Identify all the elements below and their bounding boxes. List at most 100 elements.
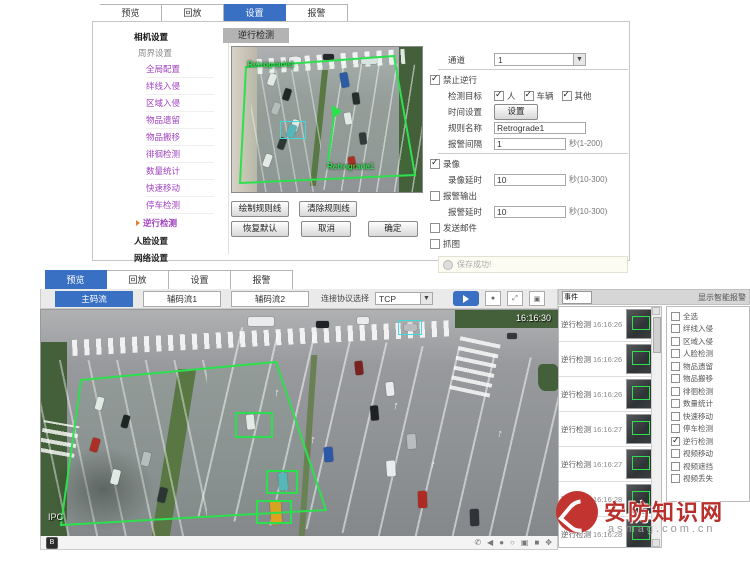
main-tab[interactable]: 回放 bbox=[107, 270, 169, 291]
enable-retrograde-checkbox[interactable]: 禁止逆行 bbox=[430, 74, 477, 86]
sidebar-section[interactable]: 人脸设置 bbox=[126, 232, 228, 249]
alarm-interval-input[interactable] bbox=[494, 138, 566, 150]
alarm-filter-checkbox[interactable]: 物品搬移 bbox=[671, 373, 749, 386]
sidebar-link[interactable]: 全局配置 bbox=[146, 61, 214, 78]
sidebar-links: 全局配置 绊线入侵 区域入侵 物品遗留 物品搬移 徘徊检测 数量统计 快速移动 bbox=[126, 61, 228, 214]
alarm-filter-label: 全选 bbox=[683, 311, 698, 322]
event-type: 逆行检测 bbox=[561, 354, 593, 365]
alarm-filter-checkbox[interactable]: 全选 bbox=[671, 310, 749, 323]
checkbox-icon bbox=[430, 159, 440, 169]
alarm-filter-checkbox[interactable]: 人脸检测 bbox=[671, 348, 749, 361]
audio-icon[interactable]: ◀ bbox=[487, 538, 493, 547]
alarm-filter-label: 徘徊检测 bbox=[683, 386, 713, 397]
sidebar-link[interactable]: 物品搬移 bbox=[146, 129, 214, 146]
rule-name-input[interactable] bbox=[494, 122, 586, 134]
sidebar-link[interactable]: 绊线入侵 bbox=[146, 78, 214, 95]
send-email-checkbox[interactable]: 发送邮件 bbox=[430, 222, 477, 234]
cancel-button[interactable]: 取消 bbox=[301, 221, 351, 237]
fullscreen-button[interactable]: ⤢ bbox=[507, 291, 523, 306]
checkbox-icon bbox=[671, 449, 680, 458]
alarm-filter-checkbox[interactable]: 徘徊检测 bbox=[671, 385, 749, 398]
sidebar-link[interactable]: 停车检测 bbox=[146, 197, 214, 214]
tabbar-filler bbox=[348, 4, 630, 22]
event-row[interactable]: 逆行检测 16:16:26 bbox=[559, 342, 654, 377]
checkbox-icon bbox=[671, 474, 680, 483]
sidebar-item-retrograde-detection[interactable]: 逆行检测 bbox=[126, 214, 228, 232]
protocol-select[interactable]: TCP ▼ bbox=[375, 292, 433, 305]
alarm-filter-checkbox[interactable]: 逆行检测 bbox=[671, 435, 749, 448]
tab-retrograde-detection[interactable]: 逆行检测 bbox=[223, 28, 289, 43]
ok-button[interactable]: 确定 bbox=[368, 221, 418, 237]
sidebar-link[interactable]: 快速移动 bbox=[146, 180, 214, 197]
channel-select[interactable]: 1 ▼ bbox=[494, 53, 586, 66]
alarm-filter-checkbox[interactable]: 视频移动 bbox=[671, 448, 749, 461]
event-row[interactable]: 逆行检测 16:16:26 bbox=[559, 377, 654, 412]
sidebar-section[interactable]: 网络设置 bbox=[126, 249, 228, 266]
record-delay-input[interactable] bbox=[494, 174, 566, 186]
alarm-filter-label: 逆行检测 bbox=[683, 436, 713, 447]
event-time: 16:16:26 bbox=[593, 355, 625, 364]
main-tab[interactable]: 报警 bbox=[231, 270, 293, 291]
target-checkbox[interactable]: 车辆 bbox=[524, 90, 554, 102]
event-filter-input[interactable] bbox=[562, 291, 592, 304]
scroll-up-icon[interactable] bbox=[652, 307, 660, 315]
snapshot-checkbox[interactable]: 抓图 bbox=[430, 238, 460, 250]
alarm-filter-checkbox[interactable]: 视频丢失 bbox=[671, 473, 749, 486]
event-row[interactable]: 逆行检测 16:16:27 bbox=[559, 447, 654, 482]
record-button[interactable]: ● bbox=[485, 291, 501, 306]
clear-rule-line-button[interactable]: 清除规则线 bbox=[299, 201, 357, 217]
main-tab[interactable]: 预览 bbox=[45, 270, 107, 291]
snapshot-icon[interactable]: ▣ bbox=[521, 538, 529, 547]
sidebar-camera-settings[interactable]: 相机设置 bbox=[126, 28, 228, 45]
target-checkbox[interactable]: 人 bbox=[494, 90, 516, 102]
record-checkbox[interactable]: 录像 bbox=[430, 158, 460, 170]
stream-toolbar: 主码流 辅码流1 辅码流2 连接协议选择 TCP ▼ ● ⤢ ▣ bbox=[40, 289, 558, 309]
window-layout-button[interactable]: ▣ bbox=[529, 291, 545, 306]
enable-retrograde-label: 禁止逆行 bbox=[443, 74, 477, 86]
events-header: 显示智能报警 bbox=[558, 289, 750, 305]
alarm-delay-input[interactable] bbox=[494, 206, 566, 218]
stream-buttons: 主码流 辅码流1 辅码流2 bbox=[55, 291, 309, 307]
snapshot-label: 抓图 bbox=[443, 238, 460, 250]
alarm-filter-checkbox[interactable]: 停车检测 bbox=[671, 423, 749, 436]
ptz-icon[interactable]: ✥ bbox=[545, 538, 552, 547]
event-row[interactable]: 逆行检测 16:16:26 bbox=[559, 307, 654, 342]
detection-form: 通道 1 ▼ 禁止逆行 检测目标 bbox=[438, 52, 628, 273]
alarm-output-label: 报警输出 bbox=[443, 190, 477, 202]
talk-icon[interactable]: ✆ bbox=[474, 538, 481, 547]
alarm-filter-checkbox[interactable]: 快速移动 bbox=[671, 410, 749, 423]
alarm-filter-checkbox[interactable]: 区域入侵 bbox=[671, 335, 749, 348]
sidebar-perimeter-group[interactable]: 周界设置 bbox=[126, 45, 228, 61]
alarm-output-checkbox[interactable]: 报警输出 bbox=[430, 190, 477, 202]
restore-default-button[interactable]: 恢复默认 bbox=[231, 221, 289, 237]
stream-button[interactable]: 主码流 bbox=[55, 291, 133, 307]
time-set-button[interactable]: 设置 bbox=[494, 104, 538, 120]
main-tab[interactable]: 设置 bbox=[169, 270, 231, 291]
alarm-filter-checkbox[interactable]: 绊线入侵 bbox=[671, 323, 749, 336]
sidebar-link[interactable]: 徘徊检测 bbox=[146, 146, 214, 163]
stream-info-icon[interactable]: B bbox=[46, 537, 58, 549]
show-smart-alarm-link[interactable]: 显示智能报警 bbox=[698, 292, 746, 303]
picture-icon[interactable]: ■ bbox=[534, 538, 539, 547]
target-label: 其他 bbox=[575, 90, 592, 102]
record-icon[interactable]: ● bbox=[499, 538, 504, 547]
sidebar-link[interactable]: 物品遗留 bbox=[146, 112, 214, 129]
sidebar-link[interactable]: 数量统计 bbox=[146, 163, 214, 180]
alarm-filter-checkbox[interactable]: 视频遮挡 bbox=[671, 460, 749, 473]
stream-button[interactable]: 辅码流1 bbox=[143, 291, 221, 307]
scrollbar-thumb[interactable] bbox=[653, 317, 661, 353]
sidebar-link[interactable]: 区域入侵 bbox=[146, 95, 214, 112]
draw-rule-line-button[interactable]: 绘制规则线 bbox=[231, 201, 289, 217]
checkbox-icon bbox=[494, 91, 504, 101]
zoom-icon[interactable]: ○ bbox=[510, 538, 515, 547]
checkbox-icon bbox=[671, 312, 680, 321]
stream-button[interactable]: 辅码流2 bbox=[231, 291, 309, 307]
camera-name-overlay: IPC bbox=[48, 512, 63, 522]
rule-drawing-canvas[interactable]: Retrograde1 Retrograde1 bbox=[231, 46, 423, 193]
live-play-button[interactable] bbox=[453, 291, 479, 306]
active-bullet-icon bbox=[136, 220, 140, 226]
alarm-filter-checkbox[interactable]: 数量统计 bbox=[671, 398, 749, 411]
target-checkbox[interactable]: 其他 bbox=[562, 90, 592, 102]
alarm-filter-checkbox[interactable]: 物品遗留 bbox=[671, 360, 749, 373]
event-row[interactable]: 逆行检测 16:16:27 bbox=[559, 412, 654, 447]
